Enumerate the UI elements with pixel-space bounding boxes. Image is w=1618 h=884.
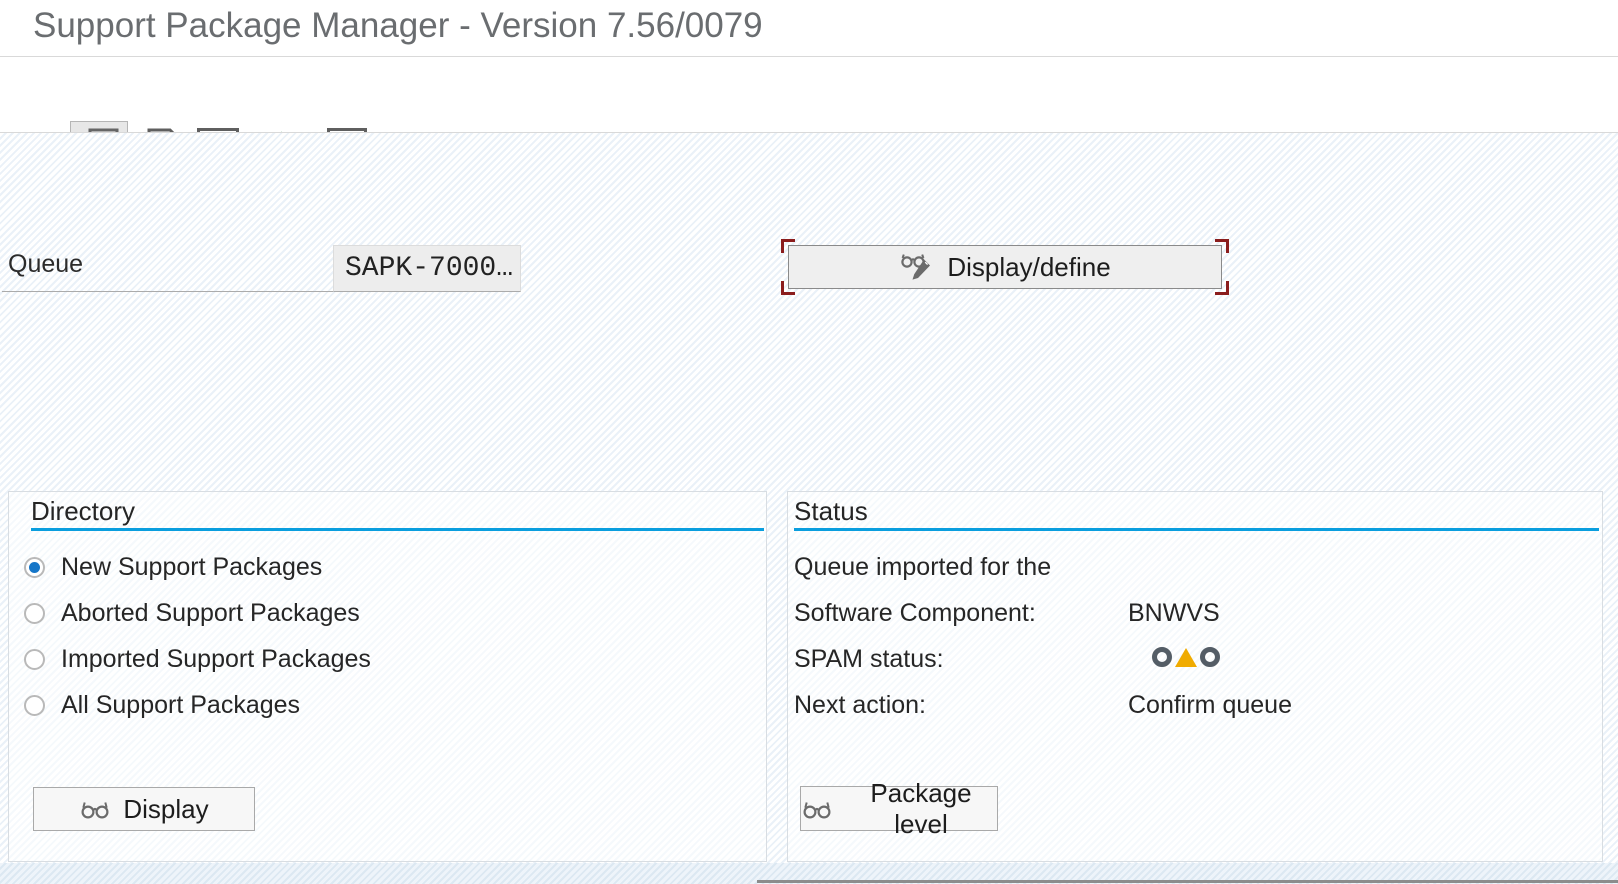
radio-option-aborted-support-packages[interactable]: Aborted Support Packages — [24, 590, 756, 636]
package-level-button[interactable]: Package level — [800, 786, 998, 831]
display-define-label: Display/define — [947, 252, 1110, 283]
radio-button-icon[interactable] — [24, 557, 45, 578]
display-define-button[interactable]: Display/define — [788, 245, 1222, 289]
status-title-rule — [794, 528, 1599, 531]
page-title: Support Package Manager - Version 7.56/0… — [33, 6, 763, 46]
radio-option-label: All Support Packages — [61, 691, 300, 720]
radio-option-label: New Support Packages — [61, 553, 322, 582]
spam-status-row: SPAM status: — [794, 636, 1596, 682]
radio-option-label: Imported Support Packages — [61, 645, 371, 674]
led-ring-icon — [1200, 647, 1220, 667]
next-action-label: Next action: — [794, 691, 1128, 720]
status-intro-text: Queue imported for the — [794, 553, 1596, 582]
next-action-value: Confirm queue — [1128, 691, 1596, 720]
application-toolbar: H i — [0, 57, 1618, 132]
display-define-focus-frame: Display/define — [781, 239, 1229, 295]
radio-option-all-support-packages[interactable]: All Support Packages — [24, 682, 756, 728]
directory-panel-title: Directory — [31, 496, 135, 527]
status-rows: Queue imported for the Software Componen… — [794, 544, 1596, 728]
radio-option-imported-support-packages[interactable]: Imported Support Packages — [24, 636, 756, 682]
spam-status-label: SPAM status: — [794, 645, 1128, 674]
queue-label: Queue — [8, 250, 83, 279]
glasses-pencil-icon — [899, 252, 935, 282]
software-component-value: BNWVS — [1128, 599, 1596, 628]
sap-support-package-manager-window: Support Package Manager - Version 7.56/0… — [0, 0, 1618, 884]
glasses-icon — [801, 798, 833, 820]
package-level-button-label: Package level — [845, 778, 997, 840]
status-panel: Status Queue imported for the Software C… — [787, 491, 1603, 862]
next-action-row: Next action: Confirm queue — [794, 682, 1596, 728]
spam-status-value — [1128, 645, 1596, 674]
radio-option-label: Aborted Support Packages — [61, 599, 360, 628]
radio-option-new-support-packages[interactable]: New Support Packages — [24, 544, 756, 590]
radio-button-icon[interactable] — [24, 695, 45, 716]
directory-radio-group: New Support Packages Aborted Support Pac… — [24, 544, 756, 728]
bottom-edge-line — [757, 880, 1618, 883]
status-panel-title: Status — [794, 496, 868, 527]
led-yellow-triangle-icon — [1175, 648, 1197, 667]
glasses-icon — [79, 798, 111, 820]
status-intro-row: Queue imported for the — [794, 544, 1596, 590]
directory-title-rule — [31, 528, 764, 531]
radio-button-icon[interactable] — [24, 649, 45, 670]
queue-label-underline — [2, 291, 333, 292]
radio-button-icon[interactable] — [24, 603, 45, 624]
directory-panel: Directory New Support Packages Aborted S… — [8, 491, 767, 862]
software-component-row: Software Component: BNWVS — [794, 590, 1596, 636]
display-button[interactable]: Display — [33, 787, 255, 831]
led-ring-icon — [1152, 647, 1172, 667]
software-component-label: Software Component: — [794, 599, 1128, 628]
queue-input[interactable] — [333, 245, 521, 292]
display-button-label: Display — [123, 794, 208, 825]
yellow-led-status-icon — [1152, 647, 1220, 667]
